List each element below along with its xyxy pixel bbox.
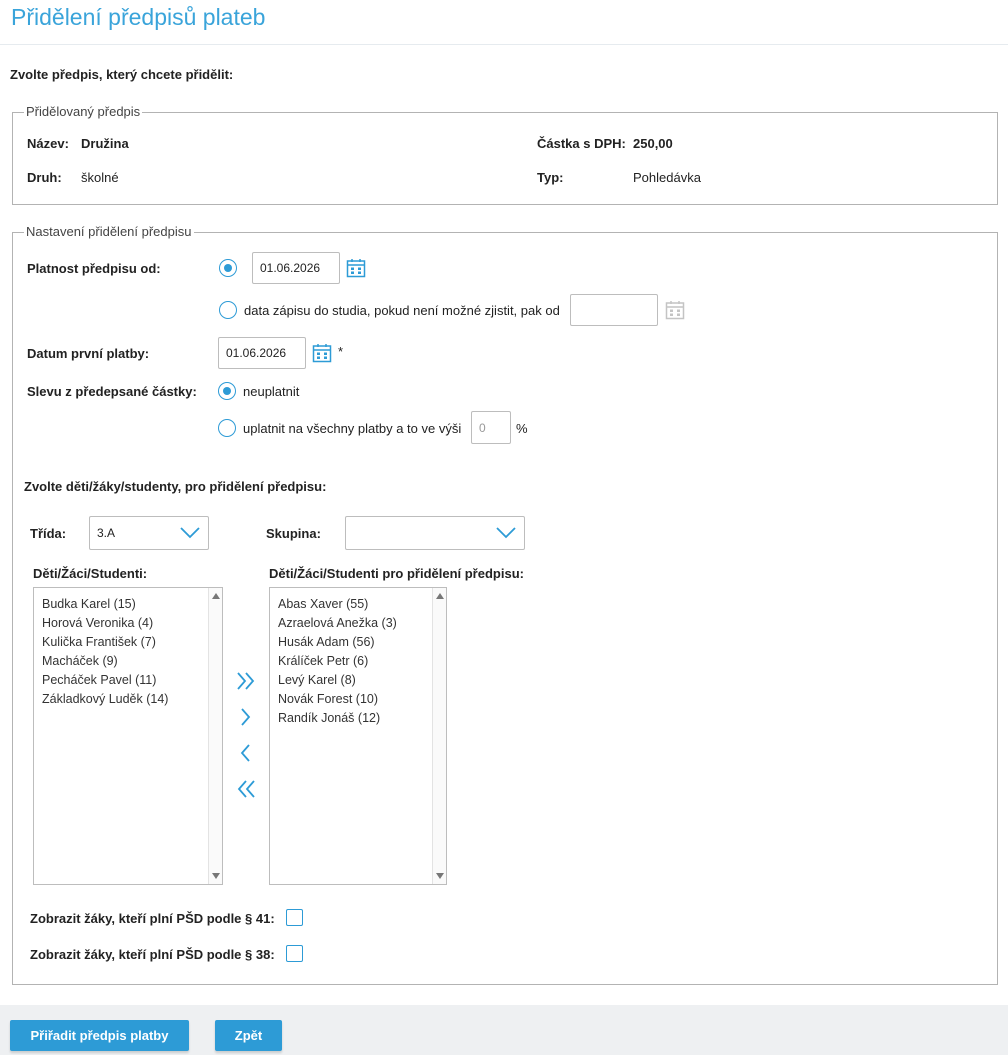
list-item[interactable]: Novák Forest (10) xyxy=(278,690,397,709)
type-label: Typ: xyxy=(537,170,564,185)
calendar-icon[interactable] xyxy=(312,343,332,363)
show-41-checkbox[interactable] xyxy=(286,909,303,926)
group-label: Skupina: xyxy=(266,526,321,541)
assigned-prescription-legend: Přidělovaný předpis xyxy=(24,104,143,119)
group-select[interactable] xyxy=(345,516,525,550)
available-students-list[interactable]: Budka Karel (15) Horová Veronika (4) Kul… xyxy=(33,587,223,885)
scroll-down-icon[interactable] xyxy=(436,873,444,879)
validity-label: Platnost předpisu od: xyxy=(27,261,161,276)
percent-label: % xyxy=(516,421,528,436)
list-item[interactable]: Budka Karel (15) xyxy=(42,595,168,614)
page-title: Přidělení předpisů plateb xyxy=(11,4,266,30)
kind-value: školné xyxy=(81,170,119,185)
list-item[interactable]: Randík Jonáš (12) xyxy=(278,709,397,728)
class-select-value: 3.A xyxy=(97,526,116,540)
first-payment-date-input[interactable]: 01.06.2026 xyxy=(218,337,306,369)
double-chevron-left-icon[interactable] xyxy=(235,778,257,800)
list-item[interactable]: Levý Karel (8) xyxy=(278,671,397,690)
show-38-label: Zobrazit žáky, kteří plní PŠD podle § 38… xyxy=(30,947,275,962)
discount-none-label: neuplatnit xyxy=(243,384,300,399)
list-item[interactable]: Králíček Petr (6) xyxy=(278,652,397,671)
class-label: Třída: xyxy=(30,526,67,541)
kind-label: Druh: xyxy=(27,170,62,185)
title-divider xyxy=(0,44,1008,45)
chevron-down-icon xyxy=(496,527,516,539)
type-value: Pohledávka xyxy=(633,170,701,185)
first-payment-label: Datum první platby: xyxy=(27,346,150,361)
list-item[interactable]: Macháček (9) xyxy=(42,652,168,671)
enrollment-date-input[interactable] xyxy=(570,294,658,326)
required-mark: * xyxy=(338,344,344,359)
list-item[interactable]: Pecháček Pavel (11) xyxy=(42,671,168,690)
discount-none-radio[interactable] xyxy=(218,382,236,400)
selected-students-label: Děti/Žáci/Studenti pro přidělení předpis… xyxy=(269,566,524,581)
scroll-up-icon[interactable] xyxy=(212,593,220,599)
discount-apply-radio[interactable] xyxy=(218,419,236,437)
choose-prescription-label: Zvolte předpis, který chcete přidělit: xyxy=(10,67,234,82)
settings-legend: Nastavení přidělení předpisu xyxy=(24,224,194,239)
scroll-down-icon[interactable] xyxy=(212,873,220,879)
enrollment-option-label: data zápisu do studia, pokud není možné … xyxy=(244,303,560,318)
name-value: Družina xyxy=(81,136,129,151)
discount-value-input[interactable]: 0 xyxy=(471,411,511,444)
double-chevron-right-icon[interactable] xyxy=(235,670,257,692)
chevron-right-icon[interactable] xyxy=(235,706,257,728)
chevron-down-icon xyxy=(180,527,200,539)
class-select[interactable]: 3.A xyxy=(89,516,209,550)
discount-label: Slevu z předepsané částky: xyxy=(27,384,197,399)
assign-prescription-button[interactable]: Přiřadit předpis platby xyxy=(10,1020,189,1051)
validity-date-radio[interactable] xyxy=(219,259,237,277)
show-41-label: Zobrazit žáky, kteří plní PŠD podle § 41… xyxy=(30,911,275,926)
list-item[interactable]: Horová Veronika (4) xyxy=(42,614,168,633)
assigned-prescription-box xyxy=(12,112,998,205)
scrollbar[interactable] xyxy=(432,588,446,884)
list-item[interactable]: Azraelová Anežka (3) xyxy=(278,614,397,633)
show-38-checkbox[interactable] xyxy=(286,945,303,962)
list-item[interactable]: Základkový Luděk (14) xyxy=(42,690,168,709)
list-item[interactable]: Abas Xaver (55) xyxy=(278,595,397,614)
list-item[interactable]: Kulička František (7) xyxy=(42,633,168,652)
choose-students-label: Zvolte děti/žáky/studenty, pro přidělení… xyxy=(24,479,327,494)
name-label: Název: xyxy=(27,136,69,151)
list-item[interactable]: Husák Adam (56) xyxy=(278,633,397,652)
amount-label: Částka s DPH: xyxy=(537,136,626,151)
scroll-up-icon[interactable] xyxy=(436,593,444,599)
available-students-label: Děti/Žáci/Studenti: xyxy=(33,566,148,581)
calendar-icon xyxy=(665,301,685,320)
scrollbar[interactable] xyxy=(208,588,222,884)
amount-value: 250,00 xyxy=(633,136,673,151)
validity-date-input[interactable]: 01.06.2026 xyxy=(252,252,340,284)
enrollment-date-radio[interactable] xyxy=(219,301,237,319)
back-button[interactable]: Zpět xyxy=(215,1020,282,1051)
calendar-icon[interactable] xyxy=(346,258,366,278)
selected-students-list[interactable]: Abas Xaver (55) Azraelová Anežka (3) Hus… xyxy=(269,587,447,885)
chevron-left-icon[interactable] xyxy=(235,742,257,764)
discount-apply-label: uplatnit na všechny platby a to ve výši xyxy=(243,421,462,436)
